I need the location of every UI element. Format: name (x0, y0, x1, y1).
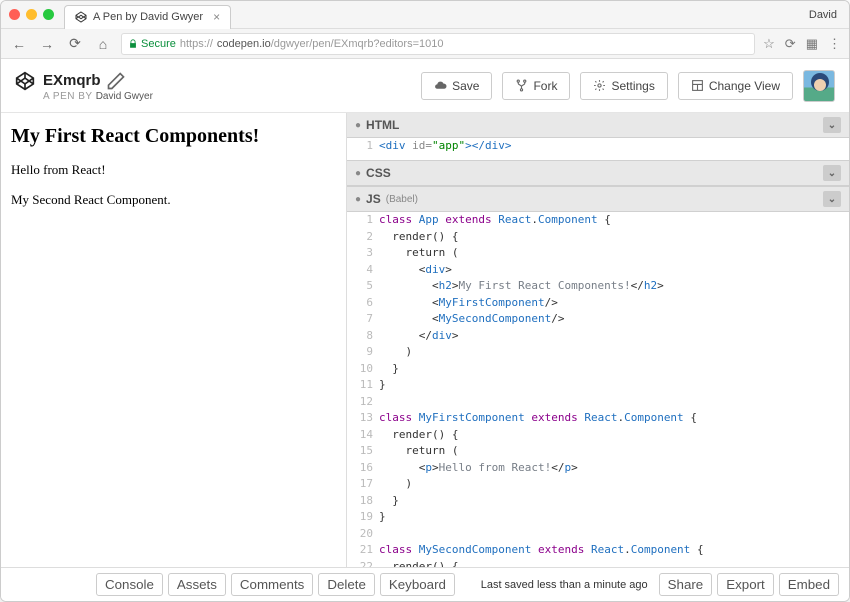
grid-icon[interactable]: ▦ (806, 36, 818, 52)
nav-reload-icon[interactable]: ⟳ (65, 35, 85, 52)
pen-subtitle-prefix: A PEN BY (43, 91, 92, 102)
save-status: Last saved less than a minute ago (481, 579, 648, 591)
change-view-button[interactable]: Change View (678, 72, 793, 100)
css-panel-label: CSS (366, 166, 391, 180)
bullet-icon: ● (355, 120, 361, 131)
window-minimize-icon[interactable] (26, 9, 37, 20)
star-icon[interactable]: ☆ (763, 36, 775, 52)
embed-button[interactable]: Embed (779, 573, 839, 596)
panel-toggle-icon[interactable]: ⌄ (823, 117, 841, 133)
cloud-icon (434, 79, 447, 92)
share-button[interactable]: Share (659, 573, 713, 596)
html-panel-label: HTML (366, 118, 399, 132)
secure-lock-icon: Secure (128, 38, 176, 50)
user-avatar[interactable] (803, 70, 835, 102)
tab-close-icon[interactable]: × (213, 10, 220, 24)
codepen-logo-icon (15, 71, 35, 91)
nav-back-icon[interactable]: ← (9, 36, 29, 52)
edit-title-icon[interactable] (106, 71, 126, 91)
fork-button[interactable]: Fork (502, 72, 570, 100)
preview-text-1: Hello from React! (11, 162, 336, 178)
html-panel-header[interactable]: ● HTML ⌄ (347, 113, 849, 138)
bullet-icon: ● (355, 168, 361, 179)
browser-titlebar: A Pen by David Gwyer × David (1, 1, 849, 29)
bullet-icon: ● (355, 194, 361, 205)
panel-toggle-icon[interactable]: ⌄ (823, 191, 841, 207)
fork-icon (515, 79, 528, 92)
footer-bar: Console Assets Comments Delete Keyboard … (1, 567, 849, 601)
browser-profile-label[interactable]: David (809, 9, 837, 21)
window-maximize-icon[interactable] (43, 9, 54, 20)
panel-toggle-icon[interactable]: ⌄ (823, 165, 841, 181)
window-close-icon[interactable] (9, 9, 20, 20)
comments-button[interactable]: Comments (231, 573, 313, 596)
export-button[interactable]: Export (717, 573, 774, 596)
extension-icon[interactable]: ⟳ (785, 36, 796, 52)
preview-heading: My First React Components! (11, 125, 336, 148)
assets-button[interactable]: Assets (168, 573, 226, 596)
html-editor[interactable]: 1<div id="app"></div> (347, 138, 849, 160)
browser-tab-title: A Pen by David Gwyer (93, 11, 203, 23)
keyboard-button[interactable]: Keyboard (380, 573, 455, 596)
settings-button[interactable]: Settings (580, 72, 667, 100)
save-button[interactable]: Save (421, 72, 492, 100)
codepen-toolbar: EXmqrb A PEN BY David Gwyer Save Fork Se… (1, 59, 849, 113)
nav-forward-icon[interactable]: → (37, 36, 57, 52)
preview-pane: My First React Components! Hello from Re… (1, 113, 346, 567)
pen-title: EXmqrb (43, 72, 101, 89)
codepen-favicon-icon (75, 11, 87, 23)
browser-address-bar: ← → ⟳ ⌂ Secure https://codepen.io/dgwyer… (1, 29, 849, 59)
browser-tab[interactable]: A Pen by David Gwyer × (64, 5, 231, 29)
pen-author[interactable]: David Gwyer (96, 91, 153, 102)
gear-icon (593, 79, 606, 92)
menu-icon[interactable]: ⋮ (828, 36, 841, 52)
js-lang-label: (Babel) (386, 194, 418, 205)
preview-text-2: My Second React Component. (11, 192, 336, 208)
js-editor[interactable]: 1class App extends React.Component { 2 r… (347, 212, 849, 567)
js-panel-label: JS (366, 192, 381, 206)
layout-icon (691, 79, 704, 92)
nav-home-icon[interactable]: ⌂ (93, 36, 113, 52)
url-field[interactable]: Secure https://codepen.io/dgwyer/pen/EXm… (121, 33, 755, 55)
css-panel-header[interactable]: ● CSS ⌄ (347, 160, 849, 186)
js-panel-header[interactable]: ● JS (Babel) ⌄ (347, 186, 849, 212)
delete-button[interactable]: Delete (318, 573, 375, 596)
console-button[interactable]: Console (96, 573, 163, 596)
